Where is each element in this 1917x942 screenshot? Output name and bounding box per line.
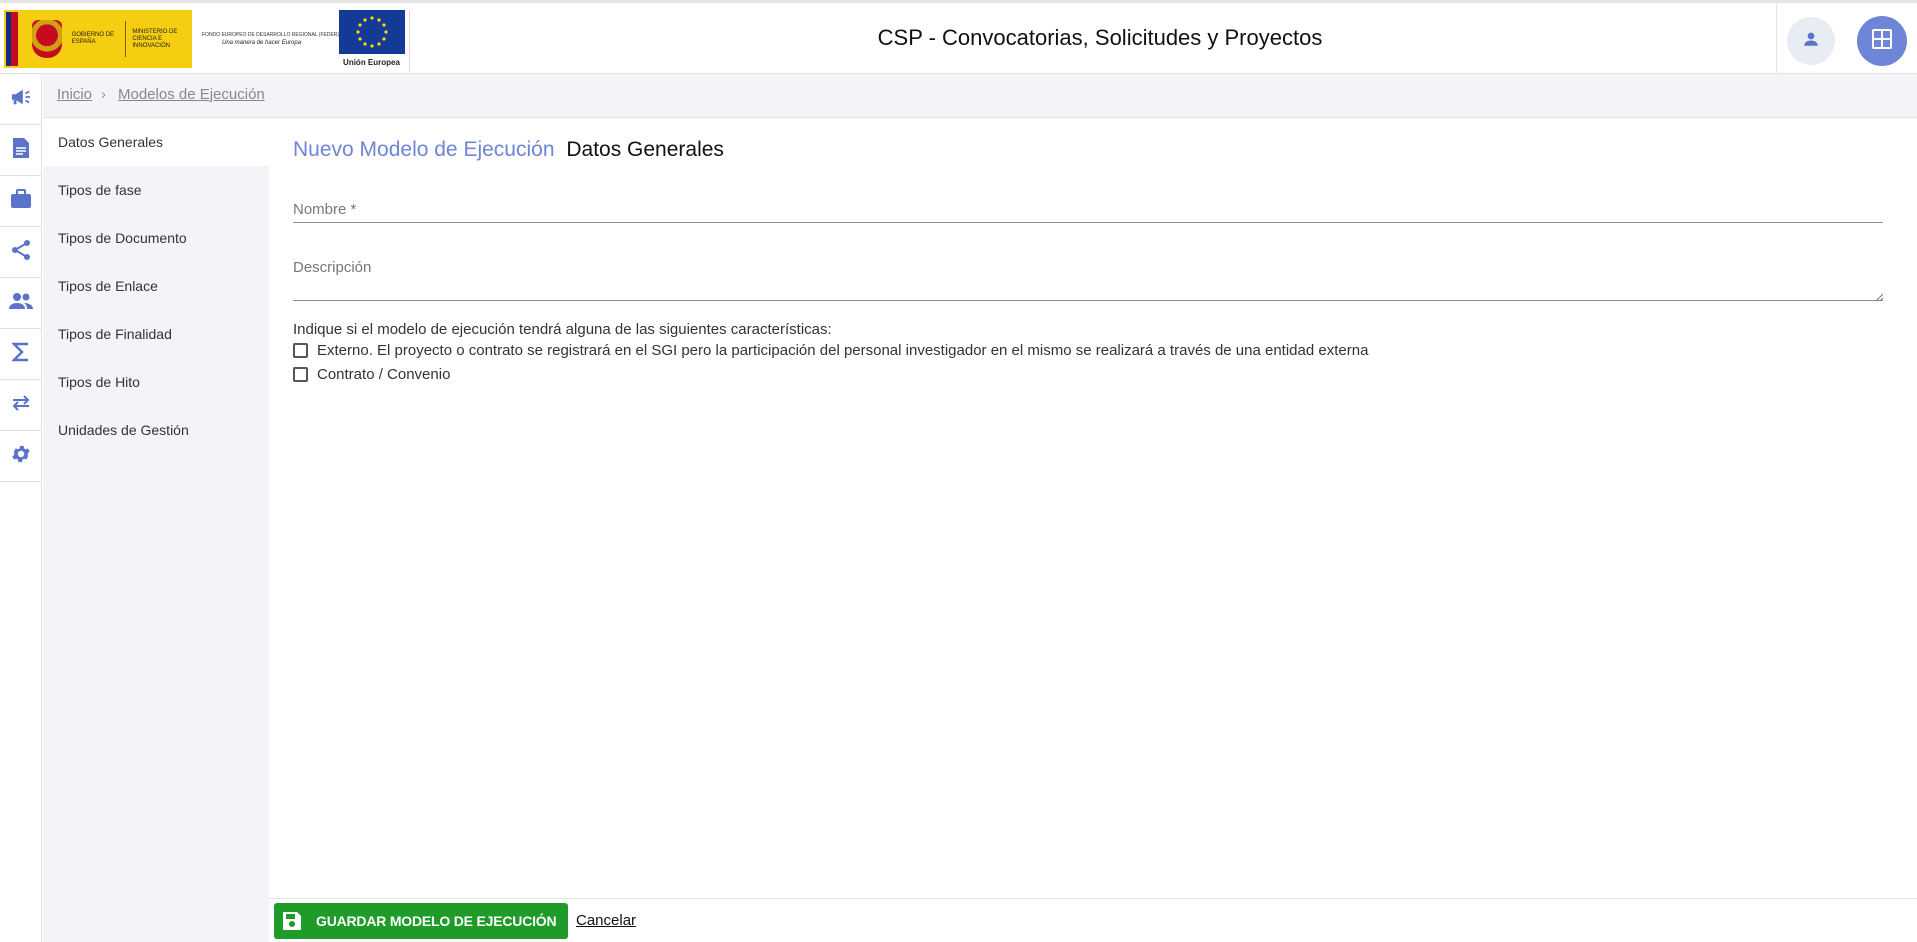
rail-item-intercambio[interactable] — [0, 380, 42, 431]
page-title-section: Datos Generales — [566, 138, 724, 161]
externo-checkbox-row[interactable]: Externo. El proyecto o contrato se regis… — [293, 342, 1368, 359]
briefcase-icon — [10, 188, 32, 214]
spain-flag — [6, 12, 26, 66]
characteristics-hint: Indique si el modelo de ejecución tendrá… — [293, 321, 832, 338]
rail-item-configuracion[interactable] — [0, 431, 42, 482]
module-rail — [0, 74, 42, 942]
section-item-tipos-enlace[interactable]: Tipos de Enlace — [43, 262, 269, 310]
swap-icon — [10, 394, 32, 417]
contrato-checkbox[interactable] — [293, 367, 308, 382]
person-icon — [1802, 30, 1820, 53]
descripcion-label: Descripción — [293, 259, 372, 276]
form-actions: GUARDAR MODELO DE EJECUCIÓN Cancelar — [269, 898, 1917, 942]
descripcion-field[interactable] — [293, 300, 1883, 301]
ministerio-text: MINISTERIO DE CIENCIA E INNOVACIÓN — [132, 28, 178, 49]
megaphone-icon — [10, 87, 32, 112]
breadcrumb-separator: › — [101, 86, 106, 103]
feder-line2: Una manera de hacer Europa — [222, 40, 302, 46]
eu-logo: Unión Europea — [338, 10, 410, 72]
gobierno-text: GOBIERNO DE ESPAÑA — [71, 32, 115, 45]
apps-menu-button[interactable] — [1857, 16, 1907, 66]
gobierno-logo: GOBIERNO DE ESPAÑA MINISTERIO DE CIENCIA… — [4, 10, 192, 68]
document-icon — [12, 137, 30, 164]
section-item-unidades-gestion[interactable]: Unidades de Gestión — [43, 406, 269, 454]
form-panel: Nuevo Modelo de Ejecución Datos Generale… — [269, 118, 1917, 898]
save-button[interactable]: GUARDAR MODELO DE EJECUCIÓN — [274, 903, 568, 939]
floppy-disk-icon — [282, 911, 302, 931]
nombre-field[interactable] — [293, 222, 1883, 223]
rail-item-sumatorio[interactable] — [0, 329, 42, 380]
page-title-main: Nuevo Modelo de Ejecución — [293, 138, 555, 161]
breadcrumb-current-link[interactable]: Modelos de Ejecución — [118, 86, 265, 103]
people-icon — [9, 292, 33, 315]
cancel-link[interactable]: Cancelar — [576, 912, 636, 929]
nombre-label: Nombre * — [293, 201, 357, 218]
section-item-tipos-fase[interactable]: Tipos de fase — [43, 166, 269, 214]
section-item-tipos-hito[interactable]: Tipos de Hito — [43, 358, 269, 406]
gear-icon — [10, 443, 32, 470]
eu-text: Unión Europea — [343, 58, 400, 67]
rail-item-compartir[interactable] — [0, 227, 42, 278]
breadcrumb-home-link[interactable]: Inicio — [57, 86, 92, 103]
page-title: Nuevo Modelo de Ejecución Datos Generale… — [293, 138, 724, 162]
rail-item-personas[interactable] — [0, 278, 42, 329]
rail-item-proyectos[interactable] — [0, 176, 42, 227]
feder-logo: FONDO EUROPEO DE DESARROLLO REGIONAL (FE… — [192, 10, 340, 68]
externo-checkbox[interactable] — [293, 343, 308, 358]
sigma-icon — [10, 342, 30, 367]
section-item-tipos-documento[interactable]: Tipos de Documento — [43, 214, 269, 262]
breadcrumb: Inicio › Modelos de Ejecución — [43, 74, 1917, 118]
section-item-datos-generales[interactable]: Datos Generales — [43, 118, 269, 166]
grid-icon — [1871, 28, 1893, 55]
contrato-checkbox-label: Contrato / Convenio — [317, 366, 451, 383]
section-nav: Datos Generales Tipos de fase Tipos de D… — [43, 118, 269, 942]
institution-logos: GOBIERNO DE ESPAÑA MINISTERIO DE CIENCIA… — [4, 10, 410, 72]
app-title: CSP - Convocatorias, Solicitudes y Proye… — [877, 25, 1323, 50]
coat-of-arms-icon — [31, 20, 62, 58]
rail-item-convocatorias[interactable] — [0, 74, 42, 125]
save-button-label: GUARDAR MODELO DE EJECUCIÓN — [316, 913, 557, 929]
share-icon — [11, 239, 31, 266]
section-item-tipos-finalidad[interactable]: Tipos de Finalidad — [43, 310, 269, 358]
eu-flag-icon — [338, 10, 405, 54]
app-header: GOBIERNO DE ESPAÑA MINISTERIO DE CIENCIA… — [0, 0, 1917, 74]
user-menu-button[interactable] — [1787, 17, 1835, 65]
rail-item-solicitudes[interactable] — [0, 125, 42, 176]
textarea-resize-handle[interactable] — [1875, 288, 1884, 302]
externo-checkbox-label: Externo. El proyecto o contrato se regis… — [317, 342, 1369, 359]
feder-line1: FONDO EUROPEO DE DESARROLLO REGIONAL (FE… — [202, 32, 340, 38]
contrato-checkbox-row[interactable]: Contrato / Convenio — [293, 366, 450, 383]
